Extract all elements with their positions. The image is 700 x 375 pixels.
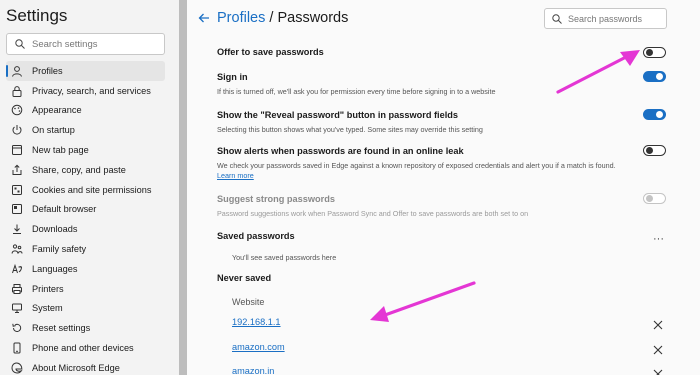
annotation-arrow-site xyxy=(370,281,476,322)
annotation-arrow-toggle xyxy=(556,50,640,94)
annotation-arrows xyxy=(370,50,640,322)
